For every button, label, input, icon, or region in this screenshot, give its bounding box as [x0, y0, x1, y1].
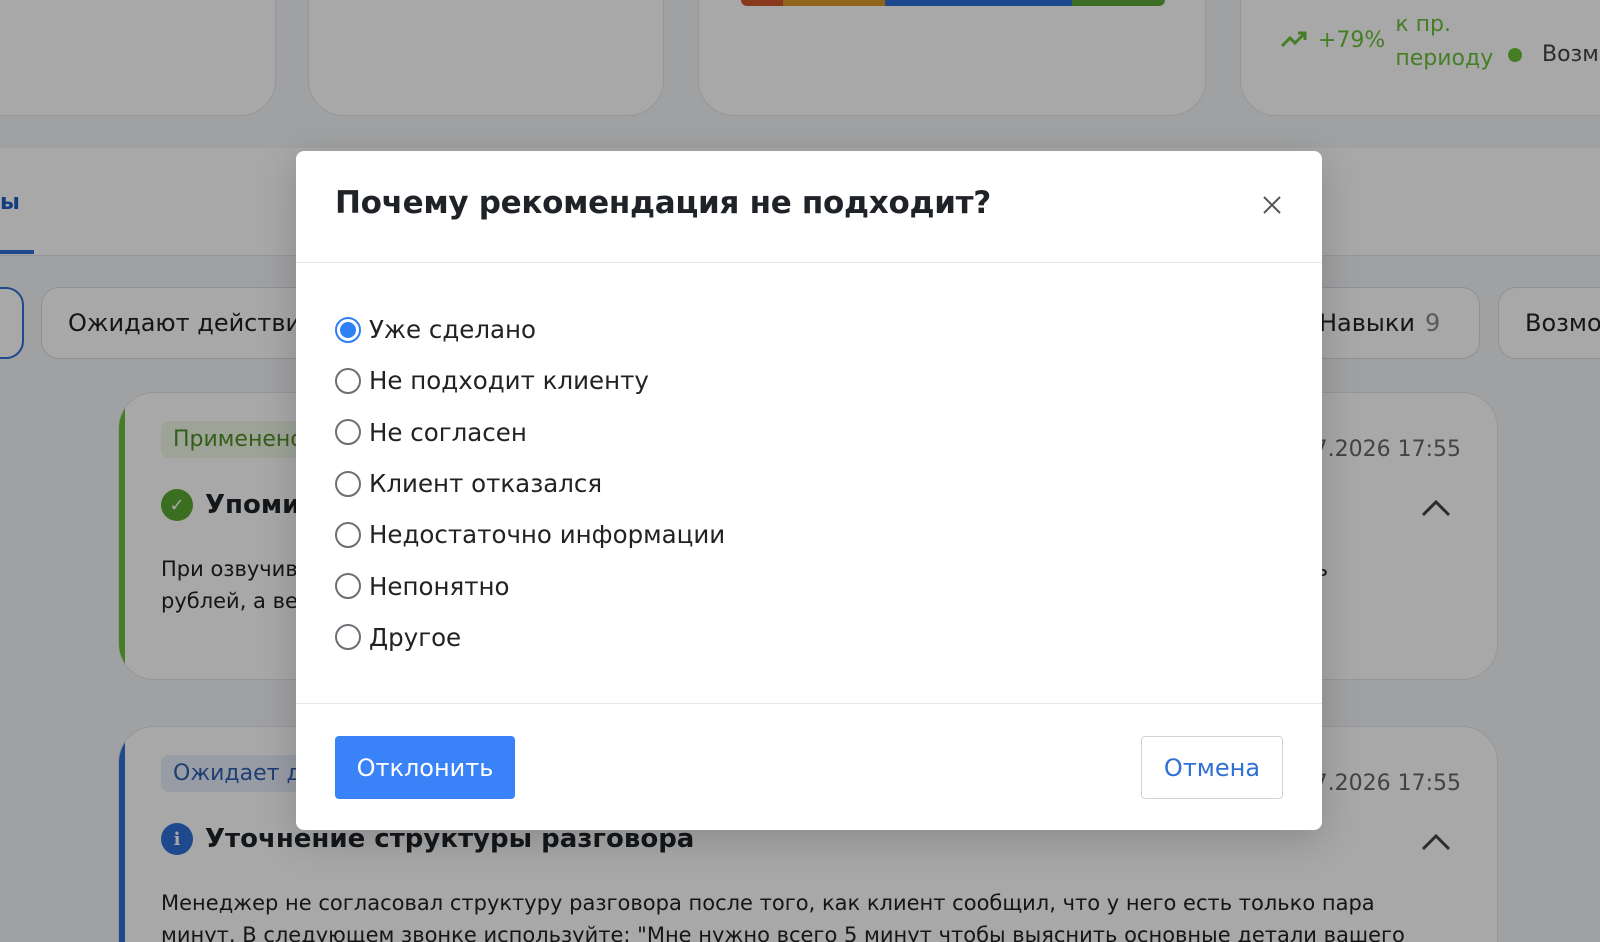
decline-button[interactable]: Отклонить: [335, 736, 515, 799]
reason-option[interactable]: Не подходит клиенту: [335, 355, 725, 406]
radio-button[interactable]: [335, 573, 361, 600]
reason-label: Недостаточно информации: [369, 520, 726, 550]
reason-label: Уже сделано: [369, 315, 537, 345]
reason-option[interactable]: Уже сделано: [335, 304, 725, 355]
reason-label: Другое: [369, 622, 462, 652]
reject-recommendation-dialog: Почему рекомендация не подходит? Уже сде…: [296, 151, 1322, 830]
reason-radio-group: Уже сделано Не подходит клиенту Не согласе…: [335, 304, 725, 663]
radio-button[interactable]: [335, 624, 361, 651]
modal-footer: Отклонить Отмена: [296, 703, 1322, 830]
reason-option[interactable]: Другое: [335, 612, 725, 663]
reason-label: Не согласен: [369, 417, 527, 447]
radio-button[interactable]: [335, 419, 361, 446]
modal-body: Уже сделано Не подходит клиенту Не согласе…: [296, 264, 1322, 704]
cancel-button[interactable]: Отмена: [1141, 736, 1283, 799]
radio-button[interactable]: [335, 470, 361, 497]
radio-button[interactable]: [335, 316, 361, 343]
reason-option[interactable]: Недостаточно информации: [335, 509, 725, 560]
reason-option[interactable]: Не согласен: [335, 407, 725, 458]
reason-label: Не подходит клиенту: [369, 366, 649, 396]
modal-title: Почему рекомендация не подходит?: [335, 185, 991, 221]
reason-label: Непонятно: [369, 571, 510, 601]
radio-button[interactable]: [335, 367, 361, 394]
close-button[interactable]: [1256, 189, 1288, 221]
radio-button[interactable]: [335, 521, 361, 548]
reason-label: Клиент отказался: [369, 469, 603, 499]
close-icon: [1263, 196, 1281, 214]
modal-header: Почему рекомендация не подходит?: [296, 151, 1322, 263]
reason-option[interactable]: Непонятно: [335, 560, 725, 611]
reason-option[interactable]: Клиент отказался: [335, 458, 725, 509]
